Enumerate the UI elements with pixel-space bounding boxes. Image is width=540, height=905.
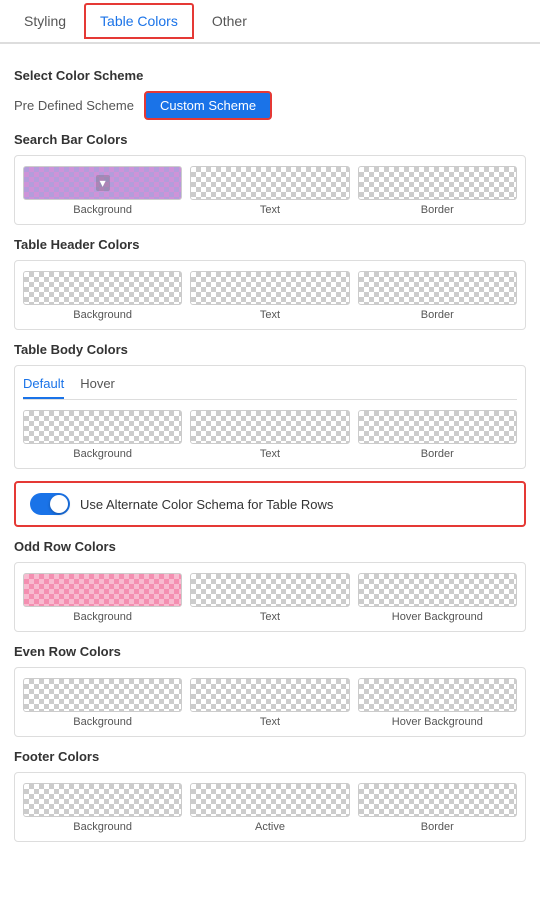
- even-text-swatch[interactable]: [190, 678, 349, 712]
- swatch-dropdown-arrow: ▾: [96, 175, 110, 191]
- odd-hover-bg-swatch[interactable]: [358, 573, 517, 607]
- even-bg-swatch[interactable]: [23, 678, 182, 712]
- body-text-label: Text: [260, 448, 280, 460]
- header-text-label: Text: [260, 309, 280, 321]
- tab-styling[interactable]: Styling: [8, 3, 82, 39]
- even-text-item: Text: [190, 678, 349, 728]
- odd-bg-swatch[interactable]: [23, 573, 182, 607]
- header-border-swatch[interactable]: [358, 271, 517, 305]
- search-text-label: Text: [260, 204, 280, 216]
- even-bg-item: Background: [23, 678, 182, 728]
- odd-row-color-grid: Background Text Hover Background: [23, 573, 517, 623]
- body-text-swatch[interactable]: [190, 410, 349, 444]
- header-bg-swatch[interactable]: [23, 271, 182, 305]
- body-border-item: Border: [358, 410, 517, 460]
- odd-hover-bg-label: Hover Background: [392, 611, 483, 623]
- alternate-color-toggle-row: Use Alternate Color Schema for Table Row…: [14, 481, 526, 527]
- table-header-colors-section: Background Text Border: [14, 260, 526, 330]
- table-header-colors-title: Table Header Colors: [14, 237, 526, 252]
- footer-border-swatch[interactable]: [358, 783, 517, 817]
- header-text-item: Text: [190, 271, 349, 321]
- search-text-swatch[interactable]: [190, 166, 349, 200]
- search-bar-colors-title: Search Bar Colors: [14, 132, 526, 147]
- table-header-color-grid: Background Text Border: [23, 271, 517, 321]
- even-hover-bg-label: Hover Background: [392, 716, 483, 728]
- body-sub-tabs: Default Hover: [23, 376, 517, 400]
- pre-defined-label: Pre Defined Scheme: [14, 98, 134, 113]
- table-body-colors-title: Table Body Colors: [14, 342, 526, 357]
- odd-hover-bg-item: Hover Background: [358, 573, 517, 623]
- search-bar-colors-section: ▾ Background Text Border: [14, 155, 526, 225]
- search-bg-swatch[interactable]: ▾: [23, 166, 182, 200]
- header-bg-label: Background: [73, 309, 132, 321]
- footer-bg-label: Background: [73, 821, 132, 833]
- body-border-swatch[interactable]: [358, 410, 517, 444]
- body-border-label: Border: [421, 448, 454, 460]
- footer-border-label: Border: [421, 821, 454, 833]
- header-bg-item: Background: [23, 271, 182, 321]
- even-row-color-grid: Background Text Hover Background: [23, 678, 517, 728]
- odd-text-label: Text: [260, 611, 280, 623]
- alternate-color-toggle[interactable]: [30, 493, 70, 515]
- odd-text-swatch[interactable]: [190, 573, 349, 607]
- search-bar-color-grid: ▾ Background Text Border: [23, 166, 517, 216]
- color-scheme-row: Pre Defined Scheme Custom Scheme: [14, 91, 526, 120]
- main-content: Select Color Scheme Pre Defined Scheme C…: [0, 44, 540, 866]
- footer-colors-section: Background Active Border: [14, 772, 526, 842]
- header-text-swatch[interactable]: [190, 271, 349, 305]
- even-text-label: Text: [260, 716, 280, 728]
- sub-tab-default[interactable]: Default: [23, 376, 64, 399]
- body-text-item: Text: [190, 410, 349, 460]
- tab-table-colors[interactable]: Table Colors: [84, 3, 194, 39]
- table-body-colors-section: Default Hover Background Text Border: [14, 365, 526, 469]
- odd-row-colors-section: Background Text Hover Background: [14, 562, 526, 632]
- custom-scheme-button[interactable]: Custom Scheme: [144, 91, 272, 120]
- body-bg-item: Background: [23, 410, 182, 460]
- odd-bg-item: Background: [23, 573, 182, 623]
- search-border-swatch[interactable]: [358, 166, 517, 200]
- alternate-color-label: Use Alternate Color Schema for Table Row…: [80, 497, 333, 512]
- search-border-label: Border: [421, 204, 454, 216]
- even-row-colors-title: Even Row Colors: [14, 644, 526, 659]
- odd-text-item: Text: [190, 573, 349, 623]
- body-bg-swatch[interactable]: [23, 410, 182, 444]
- odd-row-colors-title: Odd Row Colors: [14, 539, 526, 554]
- footer-bg-swatch[interactable]: [23, 783, 182, 817]
- body-bg-label: Background: [73, 448, 132, 460]
- footer-border-item: Border: [358, 783, 517, 833]
- footer-color-grid: Background Active Border: [23, 783, 517, 833]
- even-hover-bg-swatch[interactable]: [358, 678, 517, 712]
- even-row-colors-section: Background Text Hover Background: [14, 667, 526, 737]
- even-hover-bg-item: Hover Background: [358, 678, 517, 728]
- search-border-item: Border: [358, 166, 517, 216]
- odd-bg-label: Background: [73, 611, 132, 623]
- footer-active-item: Active: [190, 783, 349, 833]
- table-body-color-grid: Background Text Border: [23, 410, 517, 460]
- header-border-item: Border: [358, 271, 517, 321]
- top-tabs-container: Styling Table Colors Other: [0, 0, 540, 44]
- sub-tab-hover[interactable]: Hover: [80, 376, 115, 399]
- footer-bg-item: Background: [23, 783, 182, 833]
- even-bg-label: Background: [73, 716, 132, 728]
- search-text-item: Text: [190, 166, 349, 216]
- footer-active-swatch[interactable]: [190, 783, 349, 817]
- search-bg-label: Background: [73, 204, 132, 216]
- header-border-label: Border: [421, 309, 454, 321]
- color-scheme-title: Select Color Scheme: [14, 68, 526, 83]
- footer-active-label: Active: [255, 821, 285, 833]
- footer-colors-title: Footer Colors: [14, 749, 526, 764]
- search-bg-item: ▾ Background: [23, 166, 182, 216]
- tab-other[interactable]: Other: [196, 3, 263, 39]
